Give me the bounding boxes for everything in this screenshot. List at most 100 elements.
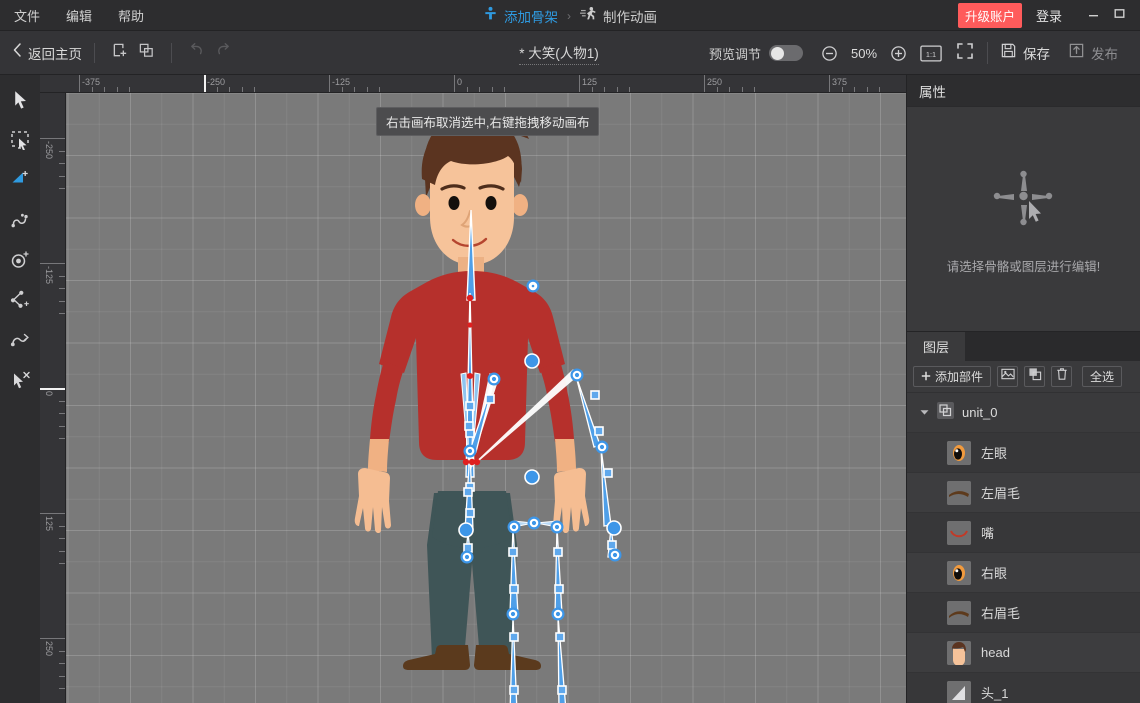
ruler-tick-minor (354, 87, 355, 92)
layer-group-name: unit_0 (962, 405, 997, 420)
back-to-home-button[interactable]: 返回主页 (0, 43, 82, 63)
marquee-select-icon (10, 130, 30, 155)
maximize-button[interactable] (1106, 0, 1132, 31)
ruler-tick-minor (592, 87, 593, 92)
ruler-tick-minor (367, 87, 368, 92)
duplicate-button[interactable] (133, 40, 159, 66)
ruler-label: -375 (82, 77, 100, 87)
list-item[interactable]: 右眉毛 (907, 593, 1140, 633)
add-node-tool[interactable] (5, 289, 35, 315)
ruler-tick-major (40, 263, 65, 264)
ruler-label: 125 (582, 77, 597, 87)
ruler-tick-minor (59, 526, 65, 527)
layer-name: 右眉毛 (981, 603, 1020, 622)
add-bone-tool[interactable] (5, 169, 35, 195)
layer-name: 头_1 (981, 683, 1008, 702)
character-rig-stage[interactable] (66, 93, 906, 703)
animation-icon (580, 6, 597, 26)
delete-layer-button[interactable] (1051, 366, 1072, 387)
save-icon (1000, 42, 1017, 64)
zoom-out-button[interactable] (821, 45, 838, 62)
zoom-in-button[interactable] (890, 45, 907, 62)
marquee-select-tool[interactable] (5, 129, 35, 155)
select-all-button[interactable]: 全选 (1082, 366, 1122, 387)
skeleton-icon (483, 6, 498, 26)
breadcrumb-step-add-skeleton[interactable]: 添加骨架 (483, 6, 558, 26)
upgrade-account-button[interactable]: 升级账户 (958, 3, 1022, 28)
add-joint-tool[interactable] (5, 249, 35, 275)
menu-edit[interactable]: 编辑 (66, 6, 92, 25)
list-item[interactable]: 右眼 (907, 553, 1140, 593)
tab-layers[interactable]: 图层 (907, 332, 965, 361)
minimize-icon (1087, 7, 1100, 25)
curve-bone-tool[interactable] (5, 209, 35, 235)
add-part-label: 添加部件 (935, 368, 983, 385)
actual-size-button[interactable]: 1:1 (919, 43, 943, 63)
toggle-knob (771, 47, 784, 60)
ruler-tick-minor (59, 563, 65, 564)
account-controls: 升级账户 登录 (958, 0, 1132, 31)
ruler-tick-minor (59, 151, 65, 152)
canvas-viewport[interactable]: 右击画布取消选中,右键拖拽移动画布 (66, 93, 906, 703)
redo-button[interactable] (210, 40, 236, 66)
ruler-tick-minor (867, 87, 868, 92)
minimize-button[interactable] (1080, 0, 1106, 31)
ruler-tick-minor (604, 87, 605, 92)
ruler-tick-major (40, 138, 65, 139)
breadcrumb-separator: › (567, 9, 571, 23)
ruler-tick-minor (842, 87, 843, 92)
list-item[interactable]: 左眉毛 (907, 473, 1140, 513)
undo-button[interactable] (184, 40, 210, 66)
publish-icon (1068, 42, 1085, 64)
menu-item-list: 文件 编辑 帮助 (0, 6, 144, 25)
zoom-controls: 50% (821, 45, 907, 62)
list-item[interactable]: head (907, 633, 1140, 673)
menu-file[interactable]: 文件 (14, 6, 40, 25)
cursor-arrow-icon (12, 90, 29, 114)
ruler-tick-minor (104, 87, 105, 92)
document-title[interactable]: * 大笑(人物1) (519, 42, 599, 65)
ruler-label: -250 (44, 141, 54, 159)
zoom-level-value: 50% (847, 46, 881, 61)
curve-bone-icon (10, 210, 30, 235)
properties-panel-header: 属性 (907, 75, 1140, 107)
bend-tool[interactable] (5, 329, 35, 355)
mouth-thumb (947, 521, 971, 545)
fullscreen-button[interactable] (953, 42, 977, 64)
delete-select-tool[interactable] (5, 369, 35, 395)
ruler-tick-minor (59, 301, 65, 302)
ruler-tick-minor (59, 426, 65, 427)
add-part-button[interactable]: 添加部件 (913, 366, 991, 387)
list-item[interactable]: 左眼 (907, 433, 1140, 473)
right-panel: 属性 (906, 75, 1140, 703)
ruler-vertical[interactable]: -250-1250125250 (40, 93, 66, 703)
ruler-tick-minor (59, 438, 65, 439)
menu-help[interactable]: 帮助 (118, 6, 144, 25)
save-button[interactable]: 保存 (1000, 42, 1050, 64)
ruler-label: 0 (44, 391, 54, 396)
layer-group-unit0[interactable]: unit_0 (907, 393, 1140, 433)
add-frame-button[interactable] (107, 40, 133, 66)
publish-button[interactable]: 发布 (1068, 42, 1118, 64)
list-item[interactable]: 嘴 (907, 513, 1140, 553)
ruler-tick-minor (217, 87, 218, 92)
ruler-position-marker[interactable] (40, 388, 66, 390)
preview-adjust-toggle[interactable] (769, 45, 803, 61)
add-frame-icon (112, 42, 129, 64)
plus-icon (921, 368, 931, 386)
trash-icon (1055, 367, 1069, 386)
login-button[interactable]: 登录 (1036, 6, 1062, 25)
ruler-position-marker[interactable] (204, 75, 206, 93)
select-tool[interactable] (5, 89, 35, 115)
ruler-horizontal[interactable]: -375-250-1250125250375 (40, 75, 906, 93)
preview-adjust-label: 预览调节 (709, 44, 761, 63)
properties-empty-message: 请选择骨骼或图层进行编辑! (947, 256, 1100, 275)
import-image-button[interactable] (997, 366, 1018, 387)
copy-layer-button[interactable] (1024, 366, 1045, 387)
ruler-tick-minor (59, 551, 65, 552)
list-item[interactable]: 头_1 (907, 673, 1140, 703)
layer-name: 右眼 (981, 563, 1007, 582)
chevron-down-icon[interactable] (919, 409, 929, 416)
ruler-tick-minor (59, 413, 65, 414)
breadcrumb-step-make-animation[interactable]: 制作动画 (580, 6, 657, 26)
